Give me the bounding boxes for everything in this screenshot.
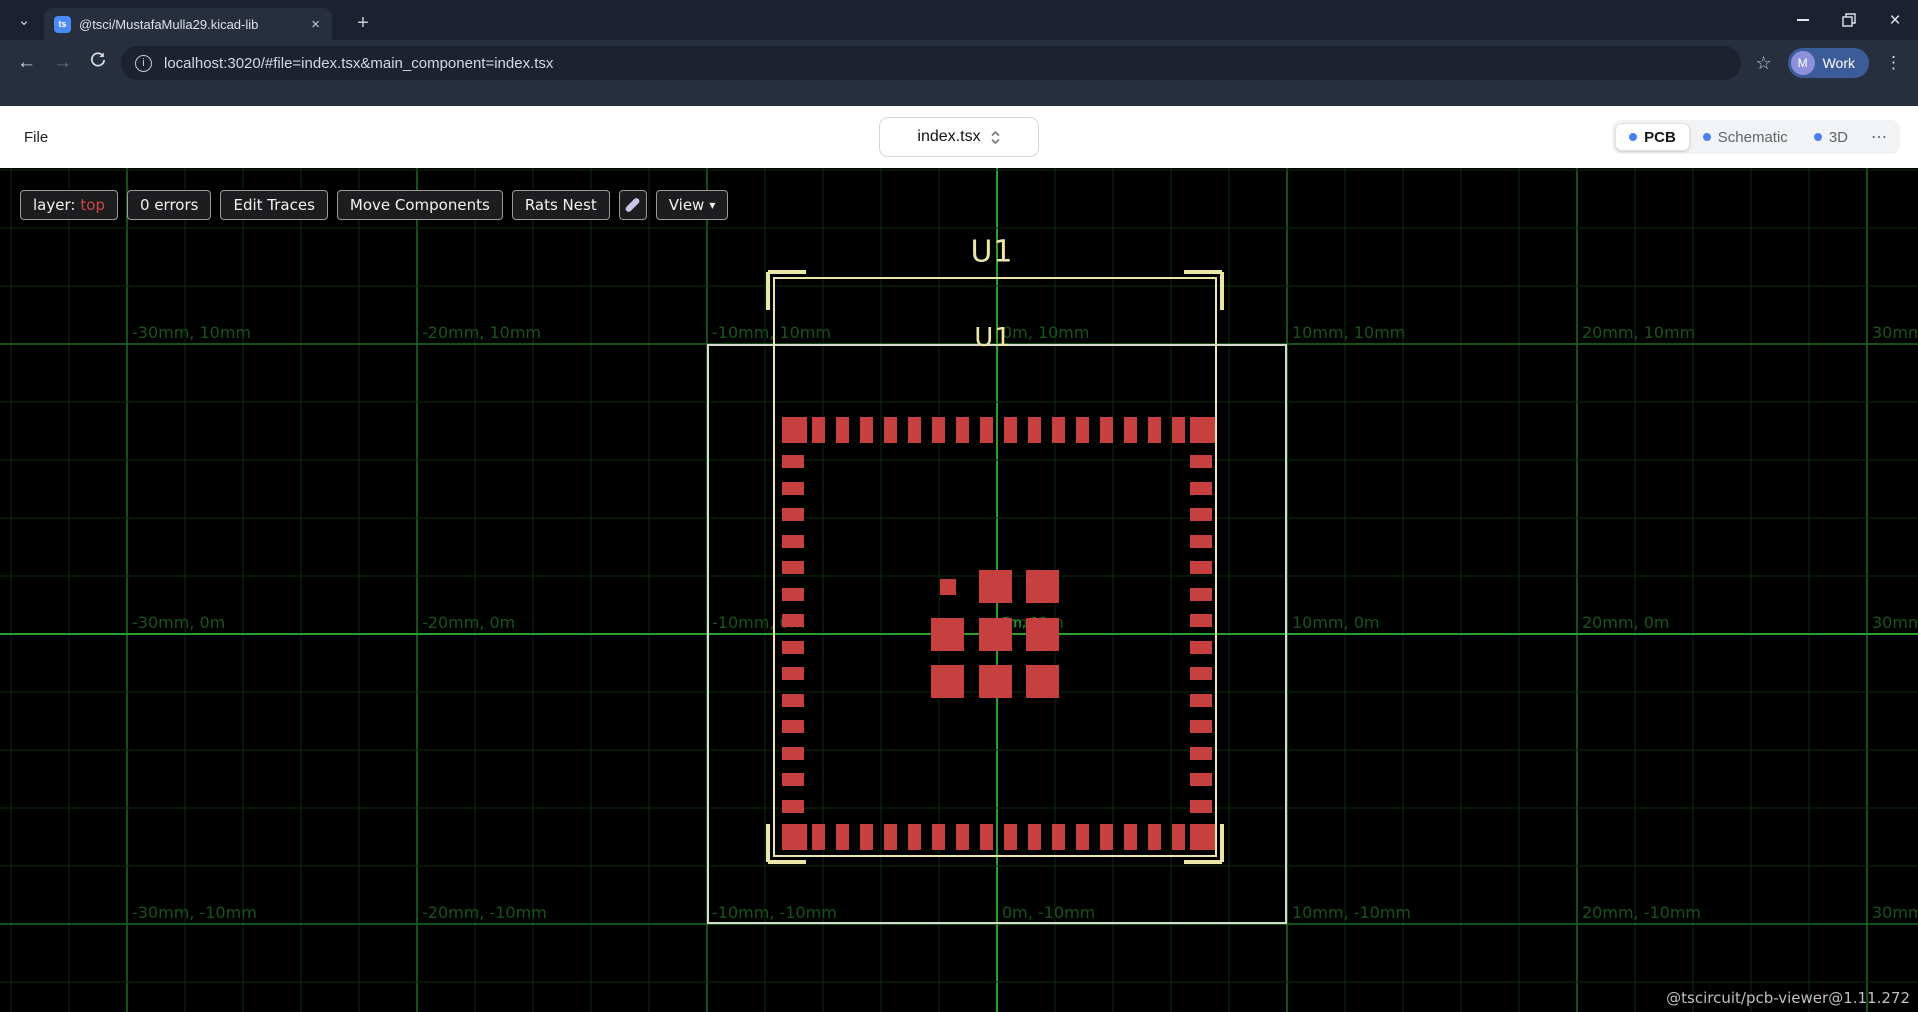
restore-button[interactable] [1826,0,1872,40]
grid-label: 10mm, 0m [1292,613,1379,632]
tab-favicon: ts [54,16,71,33]
component-reference-label: U1 [970,235,1013,270]
select-chevrons-icon [990,130,1001,145]
minimize-button[interactable] [1780,0,1826,40]
grid-label: 30mm, 0m [1872,613,1918,632]
pcb-canvas[interactable]: layer: top 0 errors Edit Traces Move Com… [0,168,1918,1012]
back-icon[interactable]: ← [17,52,36,74]
tab-search-icon[interactable]: ⌄ [10,6,38,34]
3d-dot-icon [1814,133,1822,141]
minimize-icon [1797,19,1809,21]
silkscreen-corner-mark [1184,860,1222,864]
url-bar[interactable]: i localhost:3020/#file=index.tsx&main_co… [121,46,1741,80]
tab-3d-label: 3D [1829,129,1848,146]
grid-label: 20mm, 0m [1582,613,1669,632]
layer-button[interactable]: layer: top [20,190,118,220]
view-menu-button[interactable]: View ▾ [656,190,729,220]
tab-pcb[interactable]: PCB [1615,123,1690,151]
silkscreen-corner-mark [768,270,806,274]
silkscreen-corner-mark [1220,824,1224,862]
window-controls: × [1780,0,1918,40]
tab-close-icon[interactable]: × [309,16,322,33]
more-views-button[interactable]: ⋯ [1861,127,1897,147]
reload-icon[interactable] [89,51,107,75]
grid-label: -20mm, 0m [422,613,515,632]
grid-label: -20mm, 10mm [422,323,541,342]
silkscreen-corner-mark [1184,270,1222,274]
new-tab-button[interactable]: + [348,8,378,38]
grid-label: 10mm, -10mm [1292,903,1411,922]
grid-label: 20mm, 10mm [1582,323,1695,342]
silkscreen-corner-mark [766,824,770,862]
pcb-dot-icon [1629,133,1637,141]
tab-schematic[interactable]: Schematic [1690,123,1801,151]
layer-label: layer: [33,196,75,214]
grid-label: 30mm, 10mm [1872,323,1918,342]
profile-name: Work [1823,55,1855,71]
url-text: localhost:3020/#file=index.tsx&main_comp… [164,55,553,72]
grid-label: 20mm, -10mm [1582,903,1701,922]
silkscreen-corner-mark [768,860,806,864]
browser-navbar: ← → i localhost:3020/#file=index.tsx&mai… [0,40,1918,106]
errors-button[interactable]: 0 errors [127,190,211,220]
edit-traces-button[interactable]: Edit Traces [220,190,327,220]
component-reference-label: U1 [974,323,1012,353]
grid-label: -30mm, 0m [132,613,225,632]
grid-label: 10mm, 10mm [1292,323,1405,342]
edit-silkscreen-button[interactable] [619,190,647,220]
silkscreen-outline [773,277,1217,857]
pcb-toolbar: layer: top 0 errors Edit Traces Move Com… [20,190,728,220]
bookmark-star-icon[interactable]: ☆ [1755,53,1771,74]
avatar: M [1791,51,1815,75]
file-menu[interactable]: File [24,129,48,146]
grid-label: -30mm, -10mm [132,903,257,922]
site-info-icon[interactable]: i [135,55,152,72]
forward-icon[interactable]: → [53,52,72,74]
file-selector-value: index.tsx [917,128,980,146]
pencil-icon [625,197,641,213]
tab-pcb-label: PCB [1644,129,1676,146]
silkscreen-corner-mark [766,272,770,310]
browser-menu-icon[interactable]: ⋮ [1885,53,1902,73]
view-menu-label: View [669,196,705,214]
grid-label: -20mm, -10mm [422,903,547,922]
silkscreen-corner-mark [1220,272,1224,310]
layer-value: top [80,196,105,214]
file-selector[interactable]: index.tsx [879,117,1039,157]
viewer-version: @tscircuit/pcb-viewer@1.11.272 [1666,989,1910,1007]
browser-tab[interactable]: ts @tsci/MustafaMulla29.kicad-lib × [44,8,332,40]
schematic-dot-icon [1703,133,1711,141]
tab-title: @tsci/MustafaMulla29.kicad-lib [79,17,301,32]
grid-label: 30mm, -10mm [1872,903,1918,922]
rats-nest-button[interactable]: Rats Nest [512,190,610,220]
restore-icon [1842,13,1856,27]
tab-3d[interactable]: 3D [1801,123,1861,151]
move-components-button[interactable]: Move Components [337,190,503,220]
tab-schematic-label: Schematic [1718,129,1788,146]
grid-label: -30mm, 10mm [132,323,251,342]
window-close-button[interactable]: × [1872,0,1918,40]
browser-titlebar: ⌄ ts @tsci/MustafaMulla29.kicad-lib × + … [0,0,1918,40]
app-header: File index.tsx PCB Schematic 3D ⋯ [0,106,1918,168]
profile-button[interactable]: M Work [1788,48,1869,78]
view-switcher: PCB Schematic 3D ⋯ [1612,120,1900,154]
chevron-down-icon: ▾ [709,198,715,212]
